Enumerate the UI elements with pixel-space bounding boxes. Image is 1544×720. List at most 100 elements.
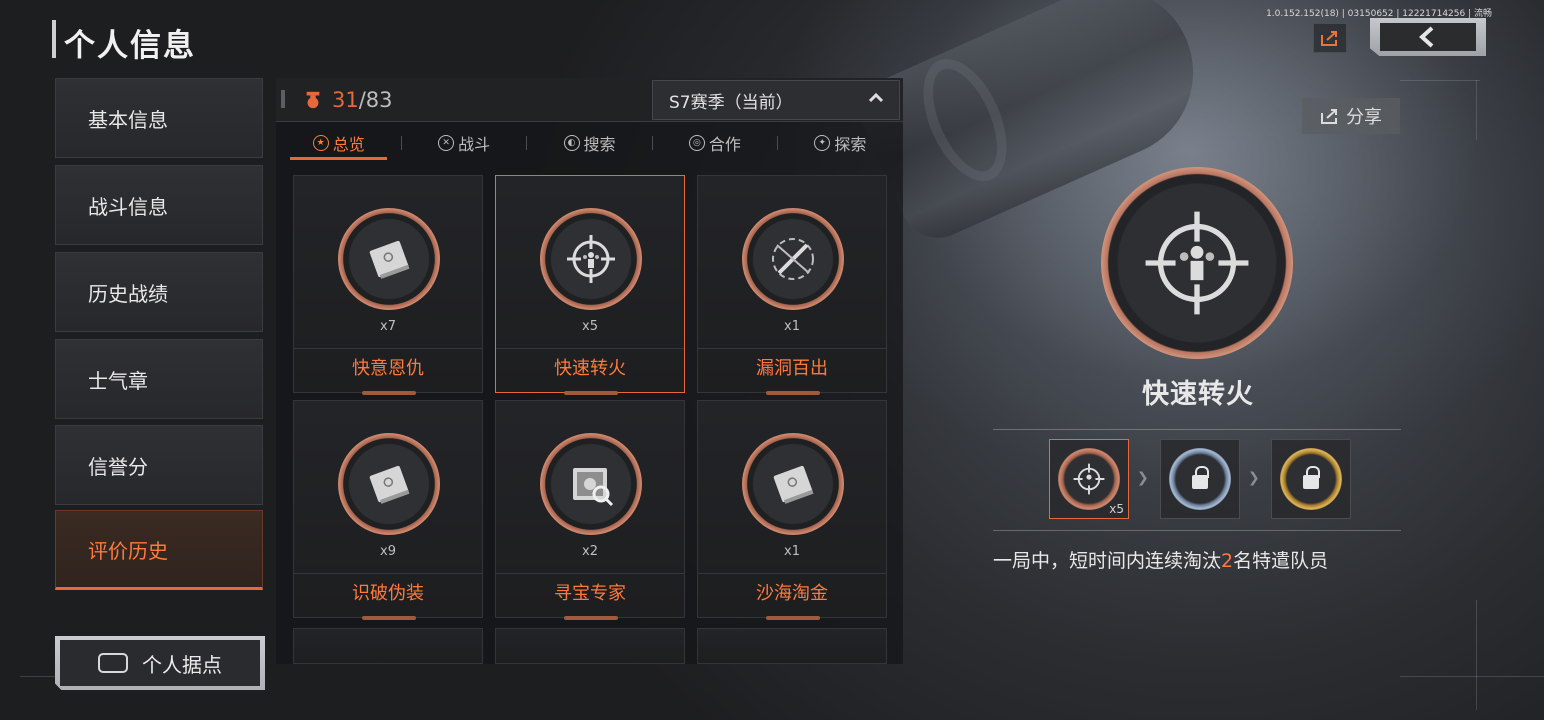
chevron-right-icon: ❯	[1248, 470, 1260, 486]
medal-name: 寻宝专家	[496, 573, 684, 613]
medal-name: 漏洞百出	[698, 348, 886, 388]
sidebar-item-label: 历史战绩	[88, 281, 168, 306]
base-icon	[98, 653, 128, 673]
tab-explore[interactable]: ✦ 探索	[778, 126, 903, 160]
divider	[993, 429, 1401, 430]
tab-overview[interactable]: ★ 总览	[276, 126, 401, 160]
combat-icon: ✕	[438, 135, 455, 151]
sidebar-item-basic-info[interactable]: 基本信息	[55, 78, 263, 158]
chevron-right-icon: ❯	[1137, 470, 1149, 486]
card-tab-marker	[766, 391, 820, 395]
tab-combat[interactable]: ✕ 战斗	[401, 126, 526, 160]
title-accent	[52, 20, 56, 58]
medal-card[interactable]: x9 识破伪装	[293, 400, 483, 620]
hud-decoration	[1476, 80, 1477, 140]
sidebar-item-label: 基本信息	[88, 107, 168, 132]
medal-card[interactable]	[697, 628, 887, 664]
export-button[interactable]	[1313, 23, 1347, 53]
sidebar-item-history-record[interactable]: 历史战绩	[55, 252, 263, 332]
counter-accent	[281, 90, 285, 108]
back-button[interactable]	[1370, 18, 1486, 56]
tab-label: 搜索	[583, 135, 616, 154]
lock-icon	[1192, 466, 1209, 489]
tab-divider	[401, 136, 402, 150]
card-icon	[369, 240, 410, 279]
medal-count: x9	[380, 544, 396, 559]
card-tab-marker	[564, 616, 618, 620]
medal-badge	[338, 208, 440, 310]
medal-badge	[338, 433, 440, 535]
medal-count: x7	[380, 319, 396, 334]
sidebar-item-morale-badge[interactable]: 士气章	[55, 339, 263, 419]
safe-icon	[573, 468, 614, 507]
card-tab-marker	[362, 616, 416, 620]
tab-label: 探索	[834, 135, 867, 154]
medal-icon	[306, 91, 320, 109]
medal-card[interactable]: x1 漏洞百出	[697, 175, 887, 395]
share-icon	[1321, 109, 1337, 124]
medal-count: x1	[784, 544, 800, 559]
rating-panel: 31/83 S7赛季（当前） ★ 总览 ✕ 战斗 ◐ 搜索 ◎ 合作 ✦ 探索 x7 快意…	[276, 78, 903, 664]
export-icon	[1321, 31, 1337, 46]
selected-medal-name: 快速转火	[1142, 379, 1254, 410]
selected-medal-badge	[1101, 167, 1293, 359]
medal-description: 一局中，短时间内连续淘汰2名特遣队员	[993, 546, 1328, 573]
medal-card[interactable]	[495, 628, 685, 664]
build-info: 1.0.152.152(18) | 03150652 | 12221714256…	[1266, 9, 1492, 19]
counter-bar: 31/83 S7赛季（当前）	[276, 78, 903, 122]
tier-gold-locked[interactable]	[1271, 439, 1351, 519]
tab-divider	[526, 136, 527, 150]
medal-count: x5	[582, 319, 598, 334]
tab-divider	[777, 136, 778, 150]
crosshair-icon	[1145, 211, 1249, 315]
sidebar-item-label: 评价历史	[88, 538, 168, 563]
season-label: S7赛季（当前）	[669, 92, 793, 113]
medal-count: 31/83	[332, 88, 393, 112]
tier-medal	[1280, 448, 1342, 510]
tier-bronze[interactable]: x5	[1049, 439, 1129, 519]
personal-base-button[interactable]: 个人据点	[55, 636, 265, 690]
sidebar-item-credit-score[interactable]: 信誉分	[55, 425, 263, 505]
crosshair-icon	[1073, 463, 1105, 495]
page-title: 个人信息	[64, 28, 196, 64]
share-button[interactable]: 分享	[1302, 98, 1400, 134]
medal-count: x2	[582, 544, 598, 559]
personal-base-label: 个人据点	[142, 652, 222, 677]
crosshair-icon	[567, 235, 615, 283]
medal-name: 快意恩仇	[294, 348, 482, 388]
hud-decoration	[1400, 80, 1480, 81]
search-icon: ◐	[563, 135, 580, 151]
medal-card[interactable]: x2 寻宝专家	[495, 400, 685, 620]
card-tab-marker	[362, 391, 416, 395]
medal-badge	[540, 433, 642, 535]
season-dropdown[interactable]: S7赛季（当前）	[652, 80, 900, 120]
medal-count: x1	[784, 319, 800, 334]
sidebar-item-rating-history[interactable]: 评价历史	[55, 510, 263, 590]
sidebar-item-combat-info[interactable]: 战斗信息	[55, 165, 263, 245]
medal-badge	[742, 208, 844, 310]
card-tab-marker	[766, 616, 820, 620]
chevron-up-icon	[868, 92, 884, 103]
chevron-left-icon	[1419, 26, 1434, 48]
medal-card[interactable]: x7 快意恩仇	[293, 175, 483, 395]
overview-icon: ★	[312, 135, 329, 151]
medal-badge	[742, 433, 844, 535]
desc-highlight: 2	[1221, 550, 1234, 572]
divider	[993, 530, 1401, 531]
medal-card[interactable]: x5 快速转火	[495, 175, 685, 395]
tab-search[interactable]: ◐ 搜索	[527, 126, 652, 160]
desc-prefix: 一局中，短时间内连续淘汰	[993, 550, 1222, 572]
hud-decoration	[1476, 600, 1477, 710]
medal-card[interactable]: x1 沙海淘金	[697, 400, 887, 620]
medal-card[interactable]	[293, 628, 483, 664]
tier-silver-locked[interactable]	[1160, 439, 1240, 519]
desc-suffix: 名特遣队员	[1233, 550, 1329, 572]
hud-decoration	[20, 676, 60, 677]
sidebar-item-label: 士气章	[88, 368, 148, 393]
medal-name: 识破伪装	[294, 573, 482, 613]
rifle-icon	[772, 238, 814, 280]
tab-divider	[652, 136, 653, 150]
hud-decoration	[1400, 676, 1544, 677]
tab-cooperation[interactable]: ◎ 合作	[652, 126, 777, 160]
lock-icon	[1303, 466, 1320, 489]
